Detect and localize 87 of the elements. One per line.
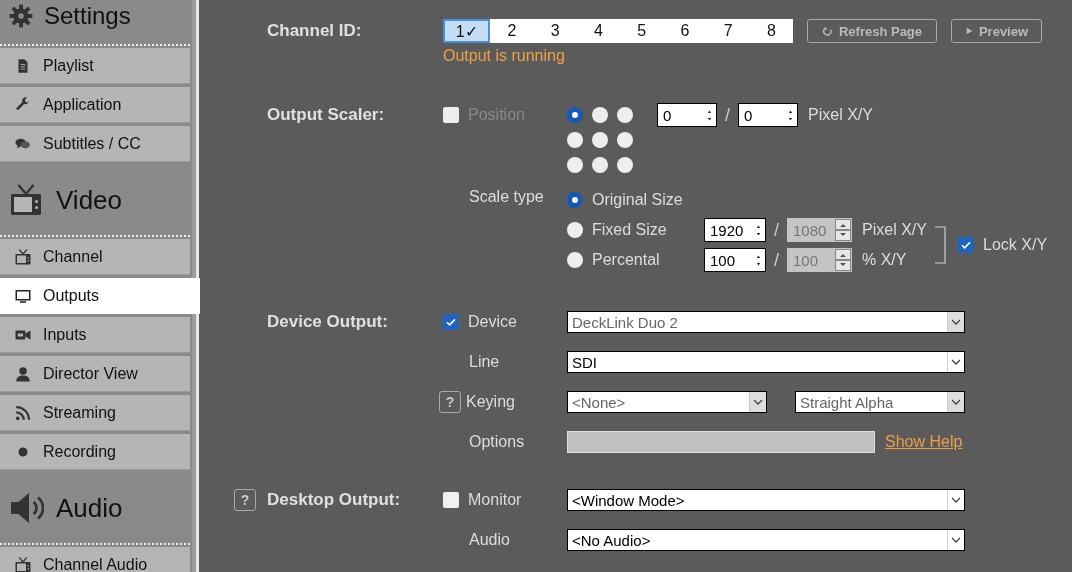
checkbox-label: Monitor	[468, 491, 522, 509]
anchor-radio[interactable]	[617, 157, 633, 173]
anchor-radio[interactable]	[567, 157, 583, 173]
anchor-radio[interactable]	[617, 132, 633, 148]
unit-label: % X/Y	[862, 251, 908, 269]
field-label: Keying	[466, 393, 515, 411]
separator: /	[774, 249, 779, 271]
sidebar-item[interactable]: Streaming	[0, 395, 190, 431]
checkbox[interactable]	[443, 314, 459, 330]
number-field[interactable]: 0	[657, 103, 717, 127]
radio-label: Percental	[592, 251, 661, 269]
field-label: Device Output:	[267, 312, 389, 332]
radio-label: Original Size	[592, 191, 683, 209]
tv-icon	[14, 247, 32, 266]
sidebar-item[interactable]: Director View	[0, 356, 190, 392]
separator: /	[725, 104, 730, 126]
sidebar-item[interactable]: Recording	[0, 434, 190, 470]
channel-tab[interactable]: 3	[533, 19, 577, 43]
tv-icon	[14, 555, 32, 572]
help-button[interactable]: ?	[439, 391, 461, 413]
channel-tab[interactable]: 5	[620, 19, 664, 43]
number-field[interactable]: 1920	[704, 218, 766, 242]
sidebar-item[interactable]: Subtitles / CC	[0, 126, 190, 162]
sidebar-item[interactable]: Channel Audio	[0, 547, 190, 572]
checkbox[interactable]	[443, 492, 459, 508]
dropdown[interactable]: <Window Mode>	[567, 489, 965, 511]
number-field[interactable]: 100	[704, 248, 766, 272]
field-label: Scale type	[469, 188, 544, 206]
spinner-arrows-icon[interactable]	[788, 108, 793, 122]
speaker-icon	[8, 490, 44, 526]
channel-tab[interactable]: 8	[749, 19, 793, 43]
anchor-radio[interactable]	[592, 107, 608, 123]
dropdown[interactable]: SDI	[567, 351, 965, 373]
radio-label: Fixed Size	[592, 221, 668, 239]
section-title: Settings	[44, 2, 131, 30]
field-label: Output Scaler:	[267, 104, 386, 126]
checkbox[interactable]	[958, 237, 974, 253]
anchor-radio[interactable]	[567, 107, 583, 123]
anchor-radio[interactable]	[617, 107, 633, 123]
unit-label: Pixel X/Y	[808, 106, 873, 124]
sidebar-item[interactable]: Channel	[0, 239, 190, 275]
sidebar-item[interactable]: Outputs	[0, 278, 200, 314]
spinner-arrows-icon[interactable]	[756, 253, 761, 267]
anchor-radio[interactable]	[592, 132, 608, 148]
separator: /	[774, 219, 779, 241]
person-icon	[14, 364, 32, 383]
checkbox-label: Device	[468, 313, 517, 331]
refresh-icon	[821, 25, 833, 37]
checkbox-label: Lock X/Y	[983, 236, 1048, 254]
unit-label: Pixel X/Y	[862, 221, 928, 239]
section-title: Video	[56, 184, 123, 216]
preview-button[interactable]: Preview	[951, 19, 1042, 43]
field-label: Audio	[469, 531, 510, 549]
play-icon	[964, 27, 973, 35]
refresh-button[interactable]: Refresh Page	[807, 19, 937, 43]
sidebar-item[interactable]: Playlist	[0, 48, 190, 84]
anchor-radio[interactable]	[567, 132, 583, 148]
section-title: Audio	[56, 492, 123, 524]
sidebar-item[interactable]: Inputs	[0, 317, 190, 353]
dropdown[interactable]: <None>	[567, 391, 767, 413]
channel-tab[interactable]: 1✓	[443, 19, 491, 43]
help-button[interactable]: ?	[234, 489, 256, 511]
field-label: Options	[469, 433, 525, 451]
spinner-arrows-icon[interactable]	[707, 108, 712, 122]
dropdown[interactable]: <No Audio>	[567, 529, 965, 551]
spinner-arrows-icon[interactable]	[756, 223, 761, 237]
channel-tab[interactable]: 2	[490, 19, 534, 43]
field-label: Channel ID:	[267, 21, 363, 41]
status-message: Output is running	[442, 47, 566, 66]
tv-icon	[8, 182, 44, 218]
radio-button[interactable]	[567, 222, 583, 238]
number-field[interactable]: 0	[738, 103, 798, 127]
field-label: Desktop Output:	[267, 490, 402, 510]
dropdown[interactable]: DeckLink Duo 2	[567, 311, 965, 333]
sidebar-item[interactable]: Application	[0, 87, 190, 123]
dropdown[interactable]: Straight Alpha	[795, 391, 965, 413]
channel-tab[interactable]: 4	[576, 19, 620, 43]
anchor-radio[interactable]	[592, 157, 608, 173]
bracket	[935, 226, 947, 264]
rss-icon	[14, 403, 32, 422]
field-label: Line	[469, 353, 500, 371]
gear-icon	[8, 3, 34, 29]
radio-button[interactable]	[567, 192, 583, 208]
options-field[interactable]	[567, 431, 875, 453]
channel-tab[interactable]: 7	[706, 19, 750, 43]
radio-button[interactable]	[567, 252, 583, 268]
channel-tab[interactable]: 6	[663, 19, 707, 43]
